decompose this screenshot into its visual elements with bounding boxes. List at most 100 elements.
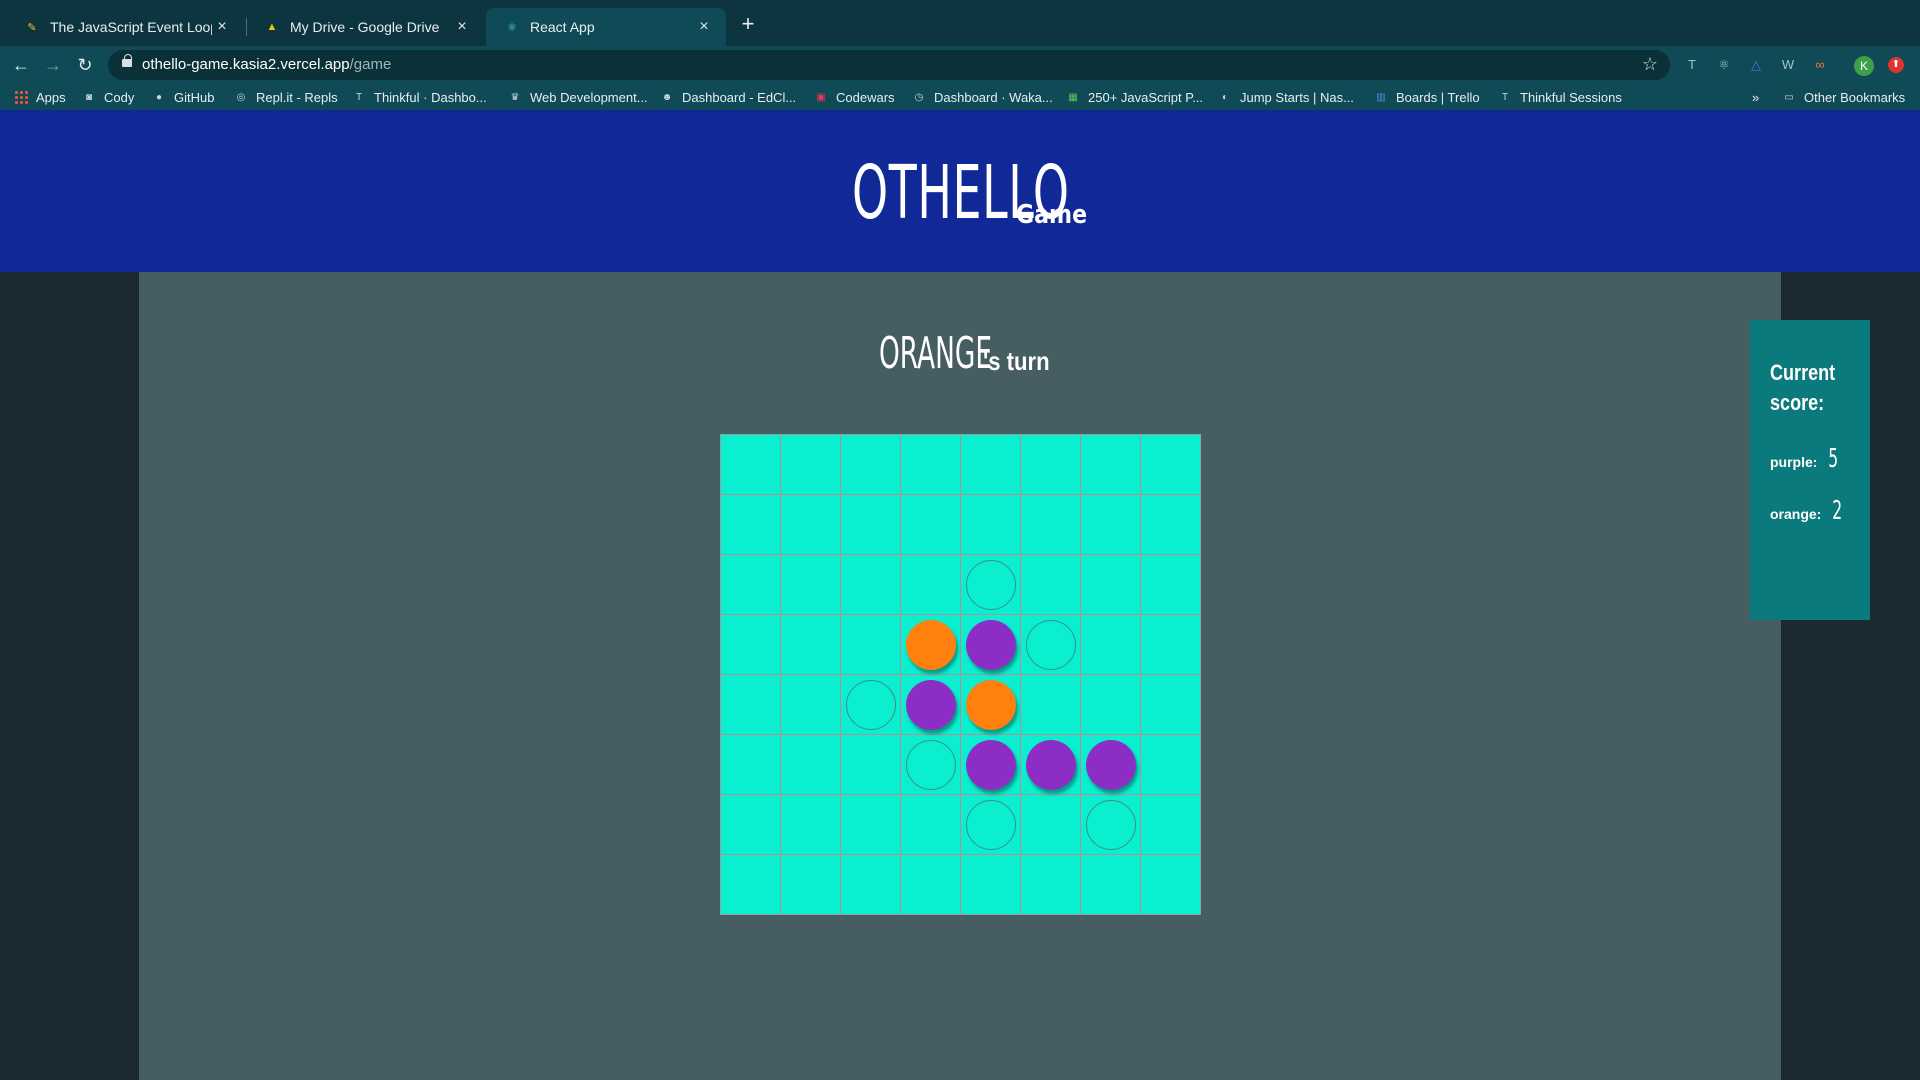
board-cell[interactable] (901, 555, 961, 615)
board-cell[interactable] (1021, 795, 1081, 855)
valid-move-marker[interactable] (966, 560, 1016, 610)
url-text[interactable]: othello-game.kasia2.vercel.app/game (142, 56, 391, 73)
board-cell[interactable] (961, 675, 1021, 735)
valid-move-marker[interactable] (966, 800, 1016, 850)
board-cell[interactable] (961, 495, 1021, 555)
board-cell[interactable] (841, 735, 901, 795)
board-cell[interactable] (841, 555, 901, 615)
close-tab-icon[interactable]: × (694, 17, 714, 37)
valid-move-marker[interactable] (906, 740, 956, 790)
bookmark-codewars[interactable]: ▣ Codewars (814, 88, 894, 106)
board-cell[interactable] (721, 675, 781, 735)
board-cell[interactable] (961, 555, 1021, 615)
board-cell[interactable] (1141, 555, 1201, 615)
board-cell[interactable] (961, 615, 1021, 675)
valid-move-marker[interactable] (1026, 620, 1076, 670)
board-cell[interactable] (841, 855, 901, 915)
bookmark-thinkful-dashboard[interactable]: T Thinkful · Dashbo... (352, 88, 487, 106)
board-cell[interactable] (1141, 795, 1201, 855)
board-cell[interactable] (961, 855, 1021, 915)
bookmark-github[interactable]: ● GitHub (152, 88, 215, 106)
board-cell[interactable] (901, 735, 961, 795)
board-cell[interactable] (1081, 855, 1141, 915)
bookmark-thinkful-sessions[interactable]: T Thinkful Sessions (1498, 88, 1622, 106)
close-tab-icon[interactable]: × (452, 17, 472, 37)
board-cell[interactable] (841, 435, 901, 495)
board-cell[interactable] (1081, 795, 1141, 855)
board-cell[interactable] (901, 435, 961, 495)
back-arrow-icon[interactable]: ← (8, 52, 34, 78)
board-cell[interactable] (721, 435, 781, 495)
board-cell[interactable] (781, 675, 841, 735)
bookmark-jump-starts[interactable]: ◐ Jump Starts | Nas... (1218, 88, 1354, 106)
tab-google-drive[interactable]: ▲ My Drive - Google Drive × (246, 8, 484, 46)
board-cell[interactable] (1141, 435, 1201, 495)
reload-icon[interactable]: ↻ (72, 52, 98, 78)
board-cell[interactable] (721, 495, 781, 555)
bookmark-star-icon[interactable]: ☆ (1642, 54, 1658, 75)
board-cell[interactable] (841, 495, 901, 555)
bookmark-replit[interactable]: ◎ Repl.it - Repls (234, 88, 338, 106)
board-cell[interactable] (1021, 855, 1081, 915)
board-cell[interactable] (1081, 675, 1141, 735)
new-tab-button[interactable]: + (738, 12, 758, 36)
profile-avatar[interactable]: K (1854, 56, 1874, 76)
board-cell[interactable] (1081, 615, 1141, 675)
board-cell[interactable] (901, 615, 961, 675)
board-cell[interactable] (721, 555, 781, 615)
board-cell[interactable] (781, 615, 841, 675)
board-cell[interactable] (901, 855, 961, 915)
triangle-extension-icon[interactable]: △ (1746, 55, 1766, 75)
board-cell[interactable] (901, 675, 961, 735)
board-cell[interactable] (721, 735, 781, 795)
board-cell[interactable] (781, 555, 841, 615)
bookmark-web-development[interactable]: ♛ Web Development... (508, 88, 648, 106)
board-cell[interactable] (961, 795, 1021, 855)
bookmark-javascript-projects[interactable]: ▦ 250+ JavaScript P... (1066, 88, 1203, 106)
board-cell[interactable] (1141, 735, 1201, 795)
board-cell[interactable] (1141, 675, 1201, 735)
board-cell[interactable] (1081, 435, 1141, 495)
valid-move-marker[interactable] (1086, 800, 1136, 850)
bookmark-trello[interactable]: ▥ Boards | Trello (1374, 88, 1479, 106)
more-bookmarks-button[interactable]: » (1752, 88, 1759, 106)
close-tab-icon[interactable]: × (212, 17, 232, 37)
thinkful-extension-icon[interactable]: T (1682, 55, 1702, 75)
board-cell[interactable] (1021, 735, 1081, 795)
board-cell[interactable] (721, 795, 781, 855)
board-cell[interactable] (901, 495, 961, 555)
board-cell[interactable] (1081, 495, 1141, 555)
board-cell[interactable] (781, 855, 841, 915)
board-cell[interactable] (721, 615, 781, 675)
board-cell[interactable] (1021, 555, 1081, 615)
board-cell[interactable] (1141, 495, 1201, 555)
board-cell[interactable] (781, 795, 841, 855)
tab-javascript-event-loop[interactable]: ✎ The JavaScript Event Loop × (6, 8, 244, 46)
board-cell[interactable] (781, 735, 841, 795)
board-cell[interactable] (1141, 615, 1201, 675)
bookmark-edclub[interactable]: ☻ Dashboard - EdCl... (660, 88, 796, 106)
board-cell[interactable] (901, 795, 961, 855)
tab-react-app[interactable]: ⚛ React App × (486, 8, 726, 46)
other-bookmarks-folder[interactable]: ▭ Other Bookmarks (1782, 88, 1905, 106)
board-cell[interactable] (1081, 555, 1141, 615)
update-alert-icon[interactable]: ⬆ (1888, 57, 1904, 73)
forward-arrow-icon[interactable]: → (40, 52, 66, 78)
board-cell[interactable] (1081, 735, 1141, 795)
bookmark-cody[interactable]: ◙ Cody (82, 88, 134, 106)
board-cell[interactable] (841, 675, 901, 735)
board-cell[interactable] (841, 615, 901, 675)
board-cell[interactable] (841, 795, 901, 855)
board-cell[interactable] (1021, 495, 1081, 555)
board-cell[interactable] (721, 855, 781, 915)
address-bar[interactable]: othello-game.kasia2.vercel.app/game ☆ (108, 50, 1670, 80)
board-cell[interactable] (961, 435, 1021, 495)
board-cell[interactable] (781, 435, 841, 495)
bookmark-apps[interactable]: Apps (14, 88, 66, 106)
bookmark-wakatime[interactable]: ◷ Dashboard · Waka... (912, 88, 1053, 106)
react-devtools-icon[interactable]: ⚛ (1714, 55, 1734, 75)
board-cell[interactable] (961, 735, 1021, 795)
board-cell[interactable] (781, 495, 841, 555)
infinity-extension-icon[interactable]: ∞ (1810, 55, 1830, 75)
board-cell[interactable] (1021, 675, 1081, 735)
